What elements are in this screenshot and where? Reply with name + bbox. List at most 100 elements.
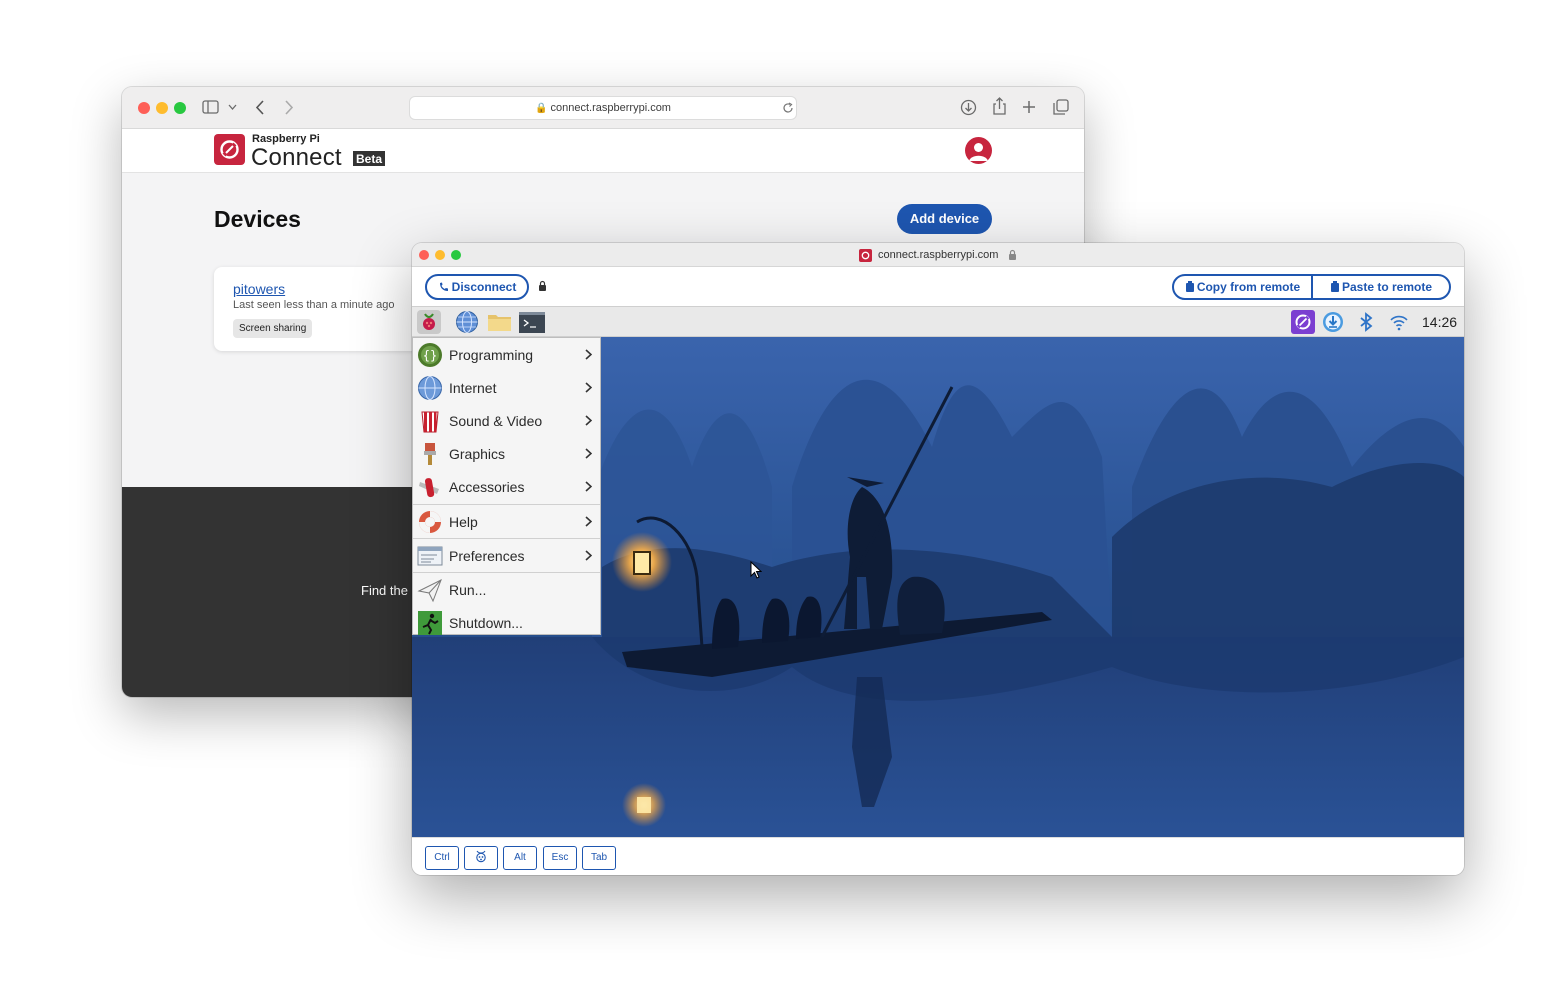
address-bar-url: connect.raspberrypi.com — [550, 102, 671, 114]
raspberry-key-icon — [476, 850, 486, 863]
application-menu: {} Programming Internet Sound & Video Gr… — [412, 337, 601, 635]
user-avatar-icon[interactable] — [965, 137, 992, 164]
device-last-seen: Last seen less than a minute ago — [233, 299, 395, 311]
lock-icon — [1009, 249, 1016, 260]
minimize-window-button[interactable] — [156, 102, 168, 114]
chevron-right-icon — [585, 550, 592, 561]
sidebar-toggle-icon[interactable] — [202, 100, 219, 114]
chevron-right-icon — [585, 516, 592, 527]
alt-key-button[interactable]: Alt — [503, 846, 537, 870]
sound-video-icon — [421, 411, 439, 433]
share-icon[interactable] — [992, 97, 1007, 116]
menu-item-label: Graphics — [449, 446, 506, 462]
terminal-icon[interactable] — [519, 310, 545, 334]
graphics-icon — [424, 443, 436, 465]
help-icon — [419, 511, 441, 533]
add-device-button[interactable]: Add device — [897, 204, 992, 234]
screen-sharing-badge[interactable]: Screen sharing — [233, 319, 313, 338]
pi-taskbar: 14:26 — [412, 307, 1464, 337]
chevron-right-icon — [585, 349, 592, 360]
address-bar[interactable]: 🔒 connect.raspberrypi.com — [409, 96, 797, 120]
connect-tray-icon[interactable] — [1291, 310, 1315, 334]
taskbar-clock: 14:26 — [1422, 314, 1458, 330]
menu-item-graphics[interactable]: Graphics — [413, 437, 600, 470]
menu-item-label: Run... — [449, 582, 487, 598]
accessories-icon — [419, 478, 439, 498]
menu-item-accessories[interactable]: Accessories — [413, 470, 600, 503]
menu-item-shutdown[interactable]: Shutdown... — [413, 606, 600, 639]
menu-item-label: Programming — [449, 347, 534, 363]
chevron-right-icon — [585, 448, 592, 459]
menu-item-preferences[interactable]: Preferences — [413, 539, 600, 572]
maximize-window-button[interactable] — [451, 250, 461, 260]
menu-item-label: Preferences — [449, 548, 525, 564]
bluetooth-icon[interactable] — [1354, 310, 1378, 334]
phone-hangup-icon — [439, 282, 448, 291]
minimize-window-button[interactable] — [435, 250, 445, 260]
maximize-window-button[interactable] — [174, 102, 186, 114]
menu-item-help[interactable]: Help — [413, 505, 600, 538]
footer-text: Find the — [361, 583, 408, 598]
download-icon[interactable] — [960, 99, 977, 116]
copy-from-remote-label: Copy from remote — [1196, 280, 1301, 294]
browser-toolbar: 🔒 connect.raspberrypi.com — [122, 87, 1084, 129]
programming-icon: {} — [418, 343, 442, 367]
lock-icon — [539, 280, 546, 291]
menu-item-sound-video[interactable]: Sound & Video — [413, 404, 600, 437]
esc-key-button[interactable]: Esc — [543, 846, 577, 870]
file-manager-icon[interactable] — [487, 310, 511, 334]
mouse-cursor-icon — [750, 561, 762, 579]
menu-item-label: Internet — [449, 380, 497, 396]
menu-item-run[interactable]: Run... — [413, 573, 600, 606]
chevron-right-icon — [585, 382, 592, 393]
special-keys-bar: Ctrl Alt Esc Tab — [412, 837, 1464, 875]
tab-key-button[interactable]: Tab — [582, 846, 616, 870]
reload-icon[interactable] — [782, 102, 794, 114]
new-tab-icon[interactable] — [1022, 100, 1036, 114]
back-arrow-icon[interactable] — [255, 100, 265, 115]
beta-badge: Beta — [353, 151, 386, 166]
copy-from-remote-button[interactable]: Copy from remote — [1174, 276, 1311, 298]
internet-icon — [418, 376, 442, 400]
menu-item-internet[interactable]: Internet — [413, 371, 600, 404]
tab-overview-icon[interactable] — [1053, 99, 1069, 115]
session-toolbar: Disconnect Copy from remote Paste to rem… — [412, 267, 1464, 307]
clipboard-icon — [1185, 281, 1194, 292]
connect-logo-icon[interactable] — [214, 134, 245, 165]
paste-to-remote-label: Paste to remote — [1341, 280, 1433, 294]
shutdown-icon — [418, 611, 442, 635]
clipboard-icon — [1330, 281, 1339, 292]
remote-session-window: connect.raspberrypi.com Disconnect Copy … — [412, 243, 1464, 875]
disconnect-button[interactable]: Disconnect — [425, 274, 529, 300]
wifi-icon[interactable] — [1387, 310, 1411, 334]
window-title-bar: connect.raspberrypi.com — [412, 243, 1464, 267]
site-header: Raspberry Pi Connect Beta — [122, 129, 1084, 173]
updater-download-icon[interactable] — [1321, 310, 1345, 334]
menu-item-label: Sound & Video — [449, 413, 543, 429]
ctrl-key-button[interactable]: Ctrl — [425, 846, 459, 870]
window-url: connect.raspberrypi.com — [878, 249, 999, 261]
chevron-right-icon — [585, 415, 592, 426]
run-icon — [417, 578, 442, 603]
close-window-button[interactable] — [419, 250, 429, 260]
close-window-button[interactable] — [138, 102, 150, 114]
page-title: Devices — [214, 206, 301, 232]
svg-text:{}: {} — [423, 349, 437, 363]
preferences-icon — [417, 546, 443, 566]
disconnect-label: Disconnect — [451, 280, 517, 294]
menu-item-label: Accessories — [449, 479, 525, 495]
chevron-down-icon[interactable] — [228, 104, 237, 110]
web-browser-icon[interactable] — [455, 310, 479, 334]
device-name-link[interactable]: pitowers — [233, 281, 285, 297]
lock-icon: 🔒 — [535, 103, 548, 114]
clipboard-button-group: Copy from remote Paste to remote — [1172, 274, 1451, 300]
chevron-right-icon — [585, 481, 592, 492]
paste-to-remote-button[interactable]: Paste to remote — [1313, 276, 1449, 298]
menu-item-programming[interactable]: {} Programming — [413, 338, 600, 371]
connect-favicon-icon — [859, 249, 872, 262]
forward-arrow-icon[interactable] — [284, 100, 294, 115]
menu-item-label: Shutdown... — [449, 615, 523, 631]
raspberry-menu-icon[interactable] — [417, 310, 441, 334]
raspberry-key-button[interactable] — [464, 846, 498, 870]
menu-item-label: Help — [449, 514, 478, 530]
